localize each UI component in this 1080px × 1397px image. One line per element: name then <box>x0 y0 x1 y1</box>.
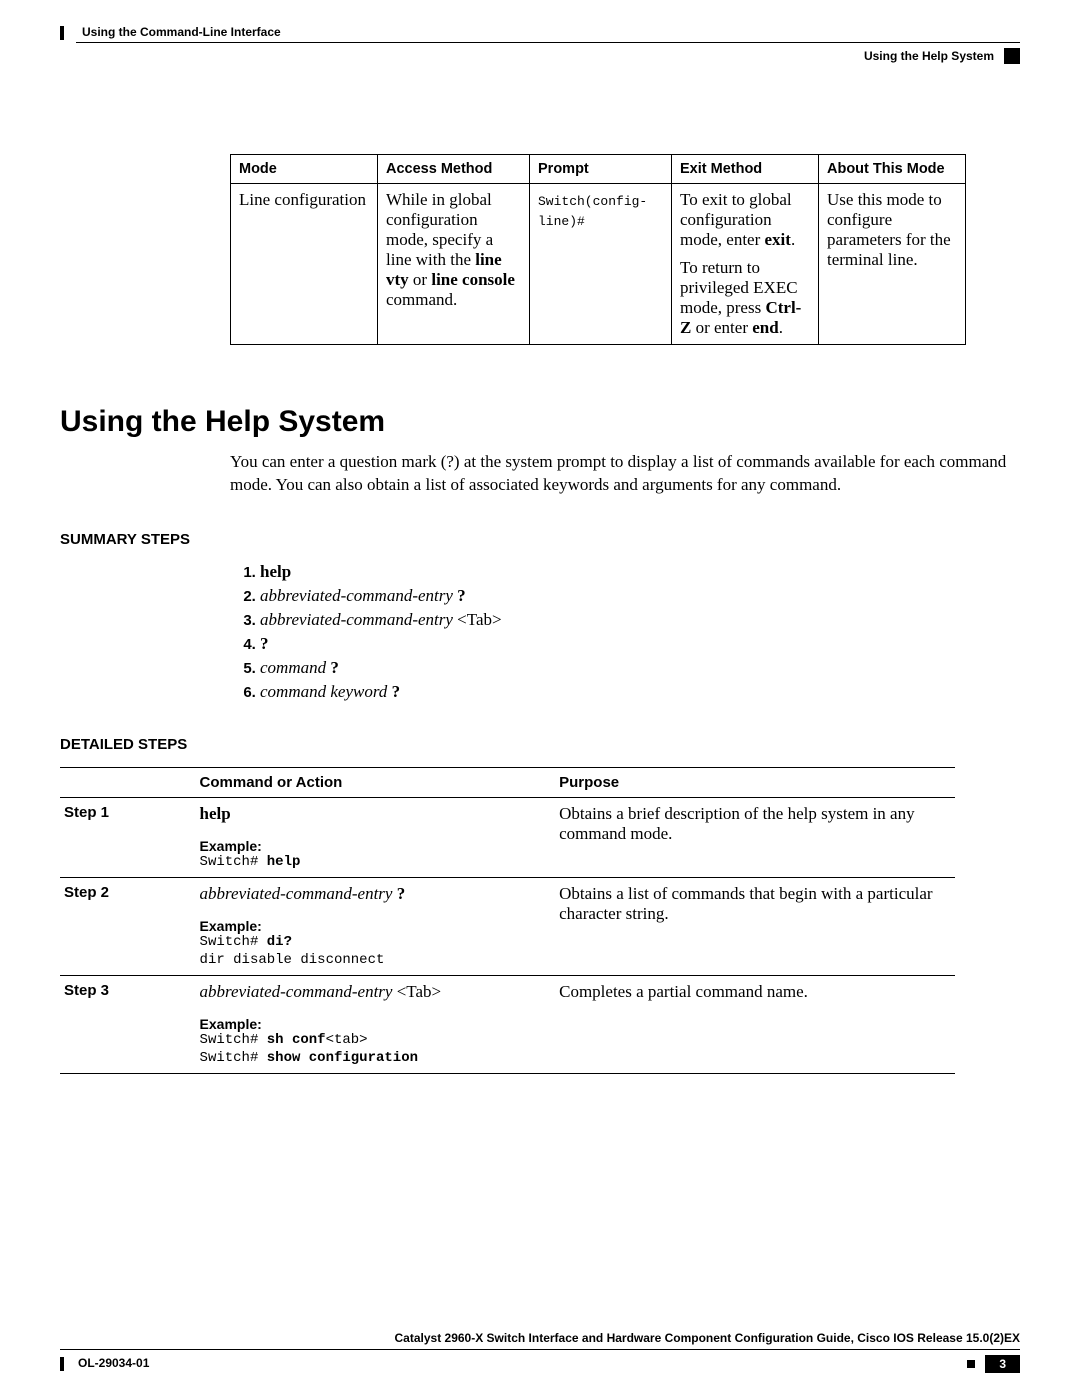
summary-item-4: ? <box>260 634 1020 654</box>
header-right-group: Using the Help System <box>864 48 1020 64</box>
mode-row: Line configuration While in global confi… <box>231 184 966 345</box>
summary-list: help abbreviated-command-entry ? abbrevi… <box>260 562 1020 702</box>
section-intro: You can enter a question mark (?) at the… <box>230 451 1020 497</box>
mode-header-access: Access Method <box>378 155 530 184</box>
summary-steps-head: SUMMARY STEPS <box>60 531 1020 548</box>
footer-mark-icon <box>967 1360 975 1368</box>
page-header: Using the Command-Line Interface Using t… <box>60 24 1020 64</box>
mode-cell-access: While in global configuration mode, spec… <box>378 184 530 345</box>
mode-cell-exit: To exit to global configuration mode, en… <box>672 184 819 345</box>
header-block-icon <box>1004 48 1020 64</box>
footer-left: OL-29034-01 <box>60 1355 149 1371</box>
summary-item-6: command keyword ? <box>260 682 1020 702</box>
summary-item-3: abbreviated-command-entry <Tab> <box>260 610 1020 630</box>
step-purpose-1: Obtains a brief description of the help … <box>555 797 955 878</box>
footer-right: 3 <box>967 1353 1020 1373</box>
steps-header-step <box>60 767 196 797</box>
step-purpose-2: Obtains a list of commands that begin wi… <box>555 878 955 976</box>
header-left-text: Using the Command-Line Interface <box>82 25 281 39</box>
page: Using the Command-Line Interface Using t… <box>0 0 1080 1397</box>
mode-header-about: About This Mode <box>819 155 966 184</box>
step-label-1: Step 1 <box>60 797 196 878</box>
mode-header-prompt: Prompt <box>530 155 672 184</box>
summary-item-5: command ? <box>260 658 1020 678</box>
header-left-group: Using the Command-Line Interface <box>60 24 281 40</box>
step-label-3: Step 3 <box>60 976 196 1074</box>
mode-table: Mode Access Method Prompt Exit Method Ab… <box>230 154 966 345</box>
step-row-3: Step 3 abbreviated-command-entry <Tab> E… <box>60 976 955 1074</box>
step-cmd-1: help Example: Switch# help <box>196 797 556 878</box>
detailed-steps-table: Command or Action Purpose Step 1 help Ex… <box>60 767 955 1075</box>
summary-item-2: abbreviated-command-entry ? <box>260 586 1020 606</box>
page-footer: Catalyst 2960-X Switch Interface and Har… <box>60 1331 1020 1373</box>
summary-item-1: help <box>260 562 1020 582</box>
mode-cell-mode: Line configuration <box>231 184 378 345</box>
mode-header-mode: Mode <box>231 155 378 184</box>
footer-tick-icon <box>60 1357 64 1371</box>
step-purpose-3: Completes a partial command name. <box>555 976 955 1074</box>
steps-header-cmd: Command or Action <box>196 767 556 797</box>
page-number: 3 <box>985 1355 1020 1373</box>
step-cmd-3: abbreviated-command-entry <Tab> Example:… <box>196 976 556 1074</box>
detailed-steps-head: DETAILED STEPS <box>60 736 1020 753</box>
header-rule <box>76 42 1020 43</box>
step-cmd-2: abbreviated-command-entry ? Example: Swi… <box>196 878 556 976</box>
header-tick-icon <box>60 26 64 40</box>
footer-rule <box>60 1349 1020 1350</box>
mode-cell-about: Use this mode to configure parameters fo… <box>819 184 966 345</box>
footer-docid: OL-29034-01 <box>78 1356 149 1370</box>
section-title: Using the Help System <box>60 405 1020 439</box>
step-row-1: Step 1 help Example: Switch# help Obtain… <box>60 797 955 878</box>
mode-cell-prompt: Switch(config-line)# <box>530 184 672 345</box>
step-row-2: Step 2 abbreviated-command-entry ? Examp… <box>60 878 955 976</box>
footer-doc-title: Catalyst 2960-X Switch Interface and Har… <box>60 1331 1020 1345</box>
mode-header-exit: Exit Method <box>672 155 819 184</box>
step-label-2: Step 2 <box>60 878 196 976</box>
steps-header-purpose: Purpose <box>555 767 955 797</box>
header-right-text: Using the Help System <box>864 49 994 63</box>
